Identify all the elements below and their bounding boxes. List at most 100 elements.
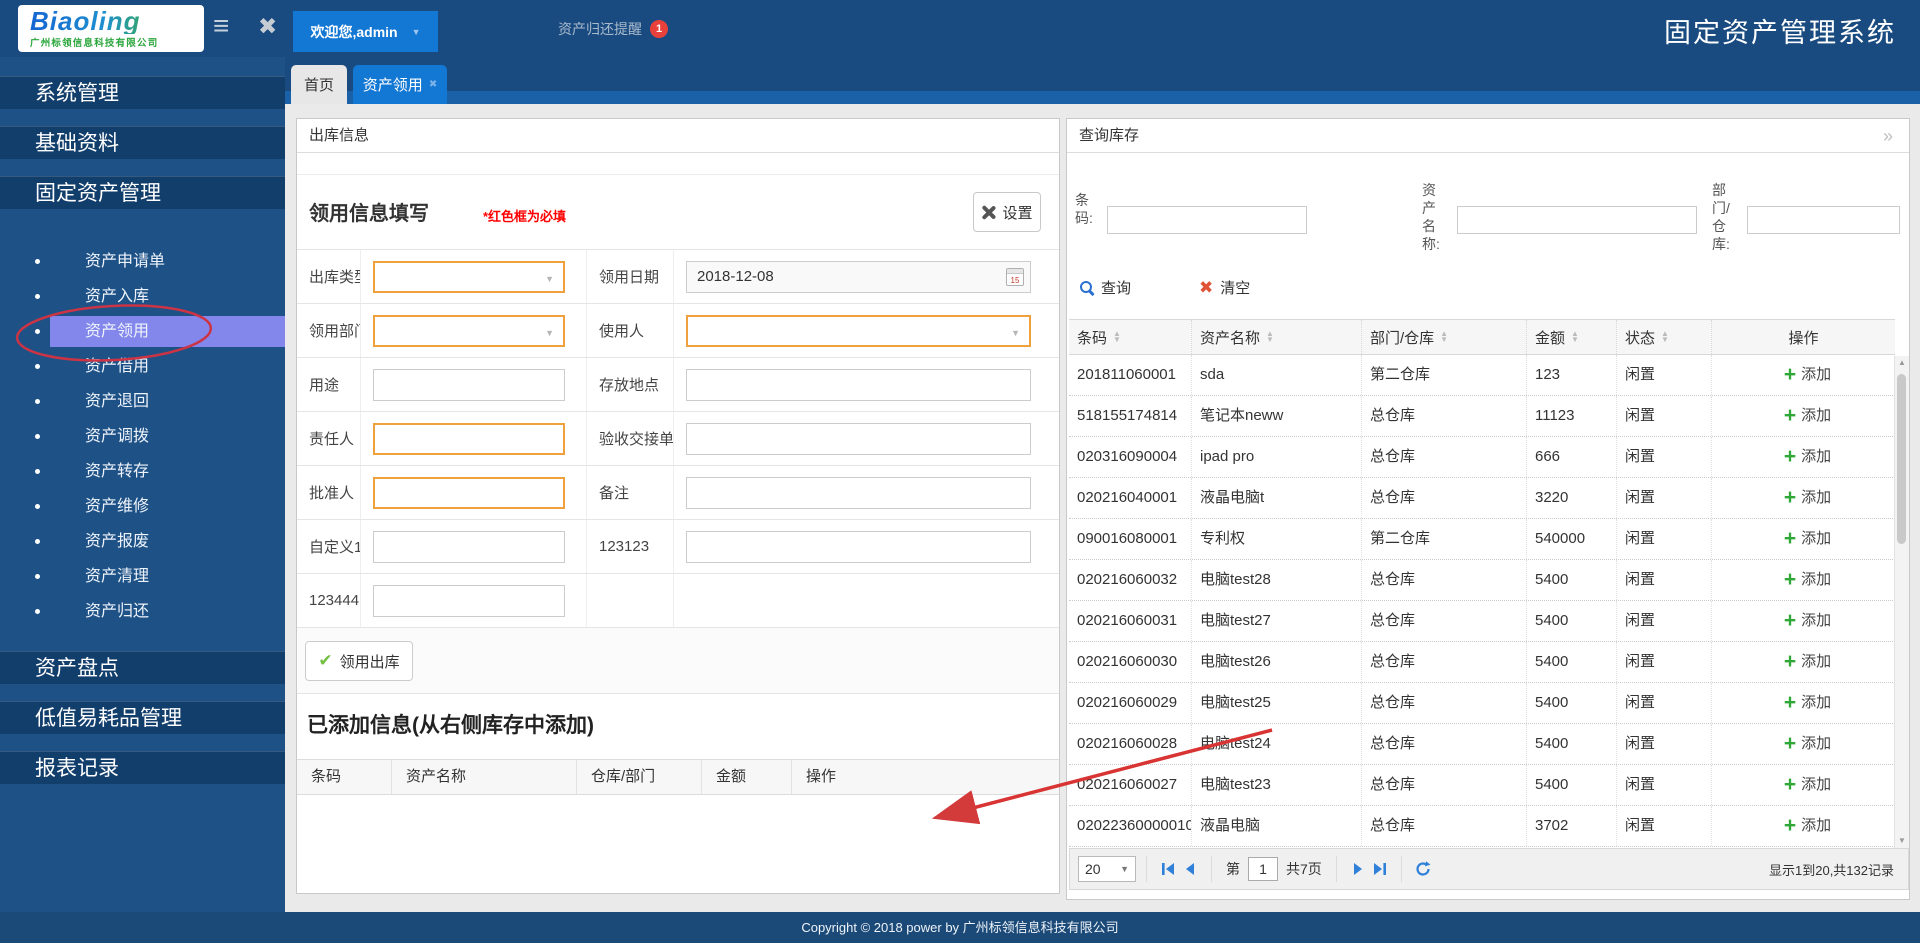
pickup-outbound-label: 领用出库 — [339, 653, 400, 671]
check-icon: ✔ — [318, 651, 333, 670]
purpose-input[interactable] — [373, 368, 565, 401]
return-reminder-link[interactable]: 资产归还提醒 1 — [558, 19, 668, 39]
sidebar-item-资产归还[interactable]: 资产归还 — [0, 596, 285, 627]
row-cell: 020216060031 — [1069, 601, 1192, 641]
pickup-date-input[interactable]: 2018-12-08 15 — [686, 260, 1031, 293]
user-select[interactable]: ▼ — [686, 314, 1031, 347]
table-scrollbar[interactable]: ▲ ▼ — [1894, 356, 1909, 848]
responsible-person-input[interactable] — [373, 422, 565, 455]
plus-icon: + — [1783, 568, 1797, 591]
inventory-col-条码[interactable]: 条码 ▲ ▼ — [1069, 320, 1192, 354]
form-title-row: 领用信息填写 *红色框为必填 设置 — [297, 175, 1059, 249]
bullet-icon — [35, 259, 40, 264]
sidebar-item-label: 资产报废 — [85, 533, 150, 550]
barcode-search-input[interactable] — [1107, 206, 1307, 234]
prev-page-button[interactable] — [1179, 858, 1201, 880]
sidebar-item-资产报废[interactable]: 资产报废 — [0, 526, 285, 557]
inventory-col-部门/仓库[interactable]: 部门/仓库 ▲ ▼ — [1362, 320, 1527, 354]
clear-button[interactable]: ✖ 清空 — [1199, 277, 1250, 298]
inventory-col-操作[interactable]: 操作 — [1712, 320, 1895, 354]
dept-search-input[interactable] — [1747, 206, 1900, 234]
add-button[interactable]: + 添加 — [1712, 806, 1895, 846]
sort-icon[interactable]: ▲ ▼ — [1440, 330, 1449, 344]
sidebar-item-资产入库[interactable]: 资产入库 — [0, 281, 285, 312]
page-size-select[interactable]: 20 ▼ — [1078, 856, 1136, 882]
sort-icon[interactable]: ▲ ▼ — [1113, 330, 1121, 344]
add-button[interactable]: + 添加 — [1712, 601, 1895, 641]
collapse-panel-icon[interactable]: » — [1883, 119, 1893, 153]
row-cell: 11123 — [1527, 396, 1617, 436]
outbound-type-select[interactable]: ▼ — [373, 260, 565, 293]
custom-123444-input[interactable] — [373, 584, 565, 617]
table-row: 518155174814 笔记本neww 总仓库 11123 闲置 + 添加 — [1069, 396, 1895, 437]
tab-close-icon[interactable]: ✖ — [429, 79, 437, 90]
pickup-outbound-button[interactable]: ✔ 领用出库 — [305, 641, 413, 681]
add-button[interactable]: + 添加 — [1712, 560, 1895, 600]
inventory-col-状态[interactable]: 状态 ▲ ▼ — [1617, 320, 1712, 354]
sort-desc-icon: ▼ — [1440, 335, 1449, 344]
sidebar-item-资产调拨[interactable]: 资产调拨 — [0, 421, 285, 452]
sidebar-item-资产退回[interactable]: 资产退回 — [0, 386, 285, 417]
sidebar-section-系统管理[interactable]: 系统管理 — [0, 76, 285, 109]
inventory-table-body: 201811060001 sda 第二仓库 123 闲置 + 添加 518155174814 笔… — [1069, 355, 1895, 847]
approver-input[interactable] — [373, 476, 565, 509]
row-cell: 闲置 — [1617, 765, 1712, 805]
custom1-input[interactable] — [373, 530, 565, 563]
field-cell-storage-location — [674, 358, 1059, 411]
field-cell-pickup-dept: ▼ — [361, 304, 587, 357]
user-menu-button[interactable]: 欢迎您,admin ▼ — [293, 11, 438, 52]
inventory-col-金额[interactable]: 金额 ▲ ▼ — [1527, 320, 1617, 354]
sidebar-item-资产申请单[interactable]: 资产申请单 — [0, 246, 285, 277]
add-button[interactable]: + 添加 — [1712, 724, 1895, 764]
asset-name-search-input[interactable] — [1457, 206, 1697, 234]
pickup-dept-select[interactable]: ▼ — [373, 314, 565, 347]
query-button[interactable]: 查询 — [1079, 277, 1131, 298]
chevron-down-icon: ▼ — [545, 273, 554, 284]
field-cell-custom-123444 — [361, 574, 587, 627]
sidebar-item-资产维修[interactable]: 资产维修 — [0, 491, 285, 522]
custom-123123-input[interactable] — [686, 530, 1031, 563]
sidebar-section-固定资产管理[interactable]: 固定资产管理 — [0, 176, 285, 209]
add-button[interactable]: + 添加 — [1712, 396, 1895, 436]
tab-asset-pickup[interactable]: 资产领用 ✖ — [353, 65, 447, 104]
sidebar-section-基础资料[interactable]: 基础资料 — [0, 126, 285, 159]
row-cell: 020223600000103 — [1069, 806, 1192, 846]
sort-icon[interactable]: ▲ ▼ — [1571, 330, 1579, 344]
sidebar-item-资产领用[interactable]: 资产领用 — [0, 316, 285, 347]
page-number-input[interactable] — [1248, 857, 1278, 881]
add-button[interactable]: + 添加 — [1712, 478, 1895, 518]
sort-icon[interactable]: ▲ ▼ — [1266, 330, 1274, 344]
settings-button[interactable]: 设置 — [973, 192, 1041, 232]
tab-home[interactable]: 首页 — [291, 65, 347, 104]
inventory-col-资产名称[interactable]: 资产名称 ▲ ▼ — [1192, 320, 1362, 354]
acceptance-no-input[interactable] — [686, 422, 1031, 455]
add-button[interactable]: + 添加 — [1712, 642, 1895, 682]
scroll-up-icon[interactable]: ▲ — [1895, 356, 1909, 370]
first-page-button[interactable] — [1157, 858, 1179, 880]
sidebar-item-资产借用[interactable]: 资产借用 — [0, 351, 285, 382]
add-button[interactable]: + 添加 — [1712, 437, 1895, 477]
menu-toggle-icon[interactable]: ≡ — [213, 10, 229, 42]
sidebar-item-资产清理[interactable]: 资产清理 — [0, 561, 285, 592]
scrollbar-thumb[interactable] — [1897, 374, 1906, 544]
sort-icon[interactable]: ▲ ▼ — [1661, 330, 1669, 344]
refresh-button[interactable] — [1412, 858, 1434, 880]
add-button[interactable]: + 添加 — [1712, 355, 1895, 395]
storage-location-input[interactable] — [686, 368, 1031, 401]
logo-text: Biaoling — [30, 8, 194, 34]
scroll-down-icon[interactable]: ▼ — [1895, 834, 1909, 848]
sidebar-item-资产转存[interactable]: 资产转存 — [0, 456, 285, 487]
add-button[interactable]: + 添加 — [1712, 683, 1895, 723]
add-button[interactable]: + 添加 — [1712, 765, 1895, 805]
row-cell: 3220 — [1527, 478, 1617, 518]
last-page-button[interactable] — [1369, 858, 1391, 880]
row-cell: 020216060027 — [1069, 765, 1192, 805]
add-button[interactable]: + 添加 — [1712, 519, 1895, 559]
close-icon[interactable]: ✖ — [258, 13, 277, 40]
form-row: 用途 存放地点 — [297, 358, 1059, 412]
sidebar-section-报表记录[interactable]: 报表记录 — [0, 751, 285, 784]
remark-input[interactable] — [686, 476, 1031, 509]
sidebar-section-低值易耗品管理[interactable]: 低值易耗品管理 — [0, 701, 285, 734]
sidebar-section-资产盘点[interactable]: 资产盘点 — [0, 651, 285, 684]
next-page-button[interactable] — [1347, 858, 1369, 880]
